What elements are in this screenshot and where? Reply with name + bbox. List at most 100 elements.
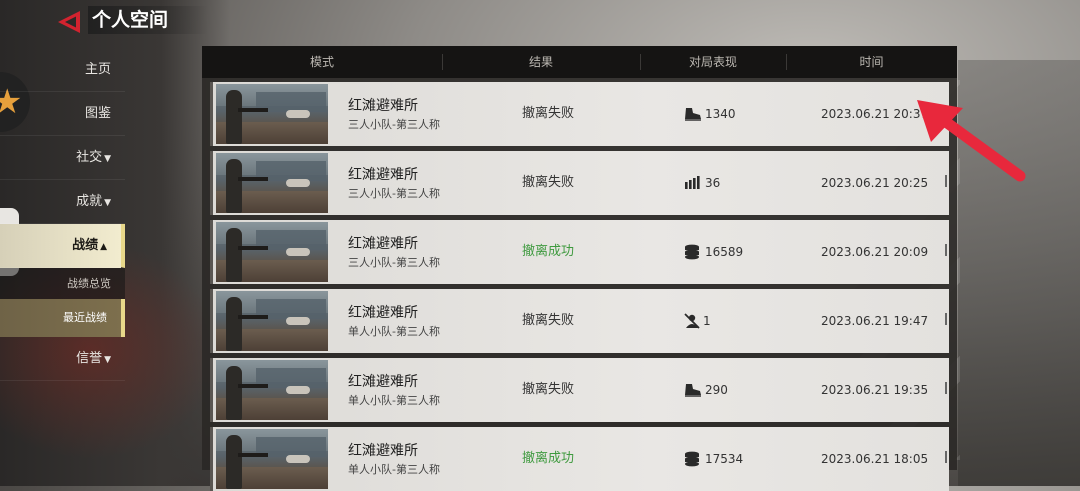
performance: 17534 — [684, 427, 743, 491]
row-edge — [210, 358, 213, 422]
map-name: 红滩避难所 — [348, 167, 418, 183]
sidebar-item-collection[interactable]: 图鉴 — [0, 92, 125, 136]
row-edge — [210, 82, 213, 146]
sidebar-item-label: 信誉 — [76, 351, 103, 366]
table-header: 模式 结果 对局表现 时间 — [202, 46, 957, 78]
sidebar: 主页 图鉴 社交 ▼ 成就 ▼ 战绩 ▲ 战绩总览 最近战绩 信誉 ▼ — [0, 48, 125, 381]
match-time: 2023.06.21 19:35 — [821, 383, 929, 397]
thumbnail-rifle — [238, 108, 268, 112]
performance: 290 — [684, 358, 728, 422]
map-name: 红滩避难所 — [348, 98, 418, 114]
sidebar-item-label: 战绩 — [72, 238, 99, 253]
sidebar-item-label: 图鉴 — [84, 106, 111, 121]
match-time: 2023.06.21 20:09 — [821, 245, 929, 259]
map-name: 红滩避难所 — [348, 236, 418, 252]
column-header-time: 时间 — [786, 46, 957, 78]
ammo-icon — [684, 176, 702, 190]
thumbnail-figure — [286, 317, 310, 325]
performance: 1 — [684, 289, 711, 353]
row-edge — [210, 220, 213, 284]
coins-icon — [684, 244, 702, 260]
column-header-mode: 模式 — [309, 55, 334, 69]
sidebar-subitem-recent[interactable]: 最近战绩 — [0, 299, 125, 337]
sidebar-item-social[interactable]: 社交 ▼ — [0, 136, 125, 180]
map-thumbnail — [216, 222, 328, 282]
thumbnail-figure — [286, 110, 310, 118]
sidebar-item-record[interactable]: 战绩 ▲ — [0, 224, 125, 268]
performance: 36 — [684, 151, 720, 215]
back-arrow-icon[interactable] — [56, 10, 82, 34]
row-edge — [210, 289, 213, 353]
match-time: 2023.06.21 18:05 — [821, 452, 929, 466]
table-row[interactable]: 红滩避难所 三人小队-第三人称 撤离失败 1340 2023.06.21 20:37 — [210, 82, 949, 146]
thumbnail-rifle — [238, 384, 268, 388]
red-arrow-annotation — [917, 100, 1026, 182]
chevron-down-icon: ▼ — [104, 355, 111, 365]
sidebar-subitem-label: 战绩总览 — [67, 277, 111, 290]
game-mode: 三人小队-第三人称 — [348, 118, 440, 131]
map-thumbnail — [216, 291, 328, 351]
sidebar-item-label: 成就 — [76, 194, 103, 209]
row-edge — [210, 427, 213, 491]
sidebar-item-reputation[interactable]: 信誉 ▼ — [0, 337, 125, 381]
performance: 1340 — [684, 82, 736, 146]
result-text: 撤离失败 — [522, 175, 575, 190]
game-mode: 单人小队-第三人称 — [348, 463, 440, 476]
performance-value: 16589 — [705, 245, 744, 259]
row-edge — [210, 151, 213, 215]
table-row[interactable]: 红滩避难所 单人小队-第三人称 撤离失败 290 2023.06.21 19:35 — [210, 358, 949, 422]
result-text: 撤离成功 — [522, 244, 575, 259]
performance-value: 17534 — [705, 452, 744, 466]
map-thumbnail — [216, 429, 328, 489]
game-mode: 三人小队-第三人称 — [348, 256, 440, 269]
table-row[interactable]: 红滩避难所 三人小队-第三人称 撤离失败 36 2023.06.21 20:25 — [210, 151, 949, 215]
table-row[interactable]: 红滩避难所单人小队-第三人称 撤离成功 17534 2023.06.21 18:05 — [210, 427, 949, 491]
sidebar-item-achievements[interactable]: 成就 ▼ — [0, 180, 125, 224]
column-header-result: 结果 — [442, 46, 640, 78]
map-thumbnail — [216, 84, 328, 144]
boot-icon — [684, 383, 702, 397]
thumbnail-soldier — [226, 90, 242, 144]
performance: 16589 — [684, 220, 743, 284]
result-text: 撤离失败 — [522, 382, 575, 397]
chevron-up-icon: ▲ — [100, 242, 107, 252]
sidebar-subitem-label: 最近战绩 — [63, 311, 107, 324]
game-mode: 单人小队-第三人称 — [348, 325, 440, 338]
performance-value: 36 — [705, 176, 721, 190]
column-header-performance: 对局表现 — [640, 46, 786, 78]
sidebar-item-label: 主页 — [84, 62, 111, 77]
sidebar-item-home[interactable]: 主页 — [0, 48, 125, 92]
map-thumbnail — [216, 360, 328, 420]
thumbnail-rifle — [238, 177, 268, 181]
thumbnail-soldier — [226, 366, 242, 420]
thumbnail-rifle — [238, 315, 268, 319]
sidebar-subitem-overview[interactable]: 战绩总览 — [0, 268, 125, 299]
game-mode: 三人小队-第三人称 — [348, 187, 440, 200]
sidebar-item-label: 社交 — [76, 150, 103, 165]
row-marker — [945, 451, 947, 463]
match-time: 2023.06.21 19:47 — [821, 314, 929, 328]
chevron-down-icon: ▼ — [104, 154, 111, 164]
row-marker — [945, 313, 947, 325]
thumbnail-figure — [286, 455, 310, 463]
thumbnail-figure — [286, 179, 310, 187]
coins-icon — [684, 451, 702, 467]
thumbnail-figure — [286, 386, 310, 394]
result-text: 撤离成功 — [522, 451, 575, 466]
kill-icon — [684, 313, 700, 329]
map-name: 红滩避难所 — [348, 305, 418, 321]
row-marker — [945, 382, 947, 394]
thumbnail-rifle — [238, 453, 268, 457]
row-marker — [945, 244, 947, 256]
chevron-down-icon: ▼ — [104, 198, 111, 208]
result-text: 撤离失败 — [522, 106, 575, 121]
game-mode: 单人小队-第三人称 — [348, 394, 440, 407]
thumbnail-soldier — [226, 435, 242, 489]
page-title: 个人空间 — [88, 6, 209, 34]
thumbnail-soldier — [226, 228, 242, 282]
thumbnail-soldier — [226, 297, 242, 351]
table-row[interactable]: 红滩避难所三人小队-第三人称 撤离成功 16589 2023.06.21 20:09 — [210, 220, 949, 284]
map-thumbnail — [216, 153, 328, 213]
map-name: 红滩避难所 — [348, 443, 418, 459]
table-row[interactable]: 红滩避难所 单人小队-第三人称 撤离失败 1 2023.06.21 19:47 — [210, 289, 949, 353]
